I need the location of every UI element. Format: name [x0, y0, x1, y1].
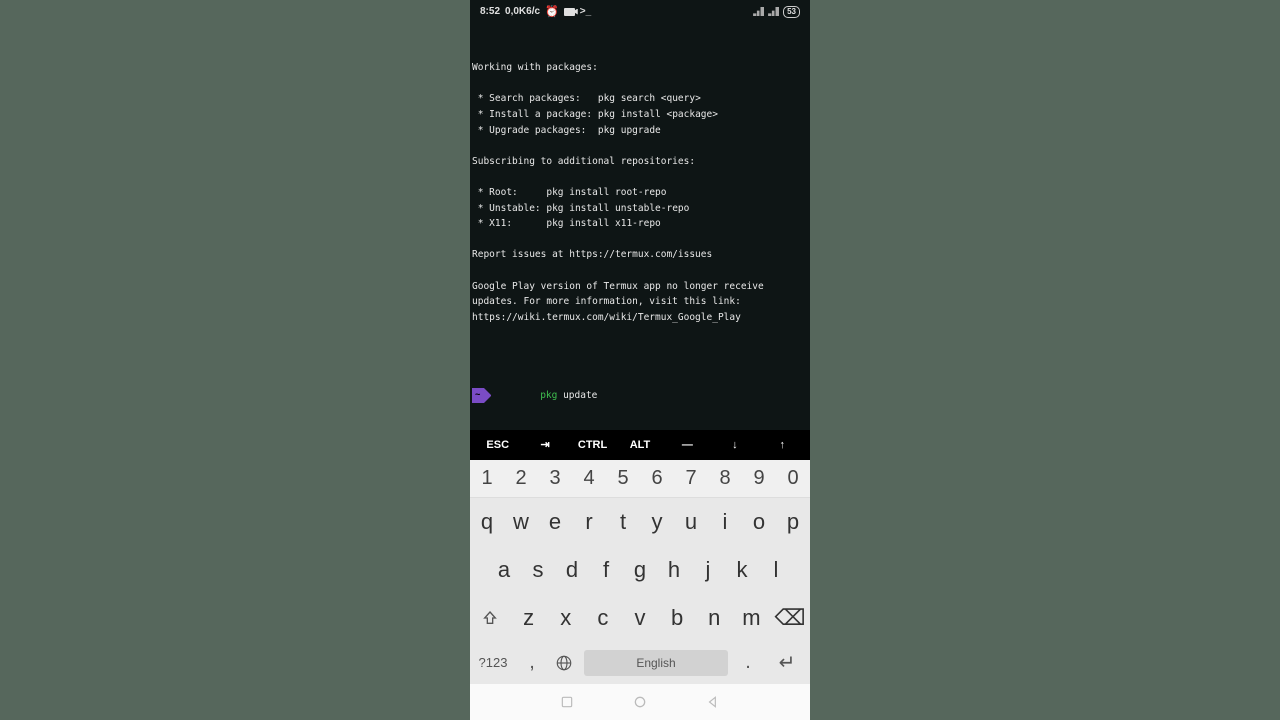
key-z[interactable]: z: [510, 594, 547, 642]
key-q[interactable]: q: [470, 498, 504, 546]
terminal-line: [472, 138, 808, 154]
key-n[interactable]: n: [696, 594, 733, 642]
key-9[interactable]: 9: [742, 460, 776, 497]
key-d[interactable]: d: [555, 546, 589, 594]
key-8[interactable]: 8: [708, 460, 742, 497]
terminal-line: updates. For more information, visit thi…: [472, 294, 808, 310]
key-b[interactable]: b: [659, 594, 696, 642]
terminal-line: * Install a package: pkg install <packag…: [472, 107, 808, 123]
terminal-icon: >_: [580, 6, 591, 17]
key-3[interactable]: 3: [538, 460, 572, 497]
key-f[interactable]: f: [589, 546, 623, 594]
key-space[interactable]: English: [584, 650, 728, 676]
terminal-line: Google Play version of Termux app no lon…: [472, 279, 808, 295]
terminal-line: [472, 325, 808, 341]
key-i[interactable]: i: [708, 498, 742, 546]
prompt-command-args: update: [557, 390, 597, 401]
key-alt[interactable]: ALT: [616, 439, 663, 451]
key-6[interactable]: 6: [640, 460, 674, 497]
key-4[interactable]: 4: [572, 460, 606, 497]
key-k[interactable]: k: [725, 546, 759, 594]
status-time: 8:52: [480, 6, 500, 17]
android-nav-bar: [470, 684, 810, 720]
terminal-line: Working with packages:: [472, 60, 808, 76]
key-ctrl[interactable]: CTRL: [569, 439, 616, 451]
key-5[interactable]: 5: [606, 460, 640, 497]
nav-back[interactable]: [704, 693, 722, 711]
key-comma[interactable]: ,: [516, 651, 548, 674]
soft-keyboard: 1234567890 qwertyuiop asdfghjkl zxcvbnm …: [470, 460, 810, 684]
battery-indicator: 53: [783, 6, 800, 18]
key-o[interactable]: o: [742, 498, 776, 546]
phone-frame: 8:52 0,0K6/c ⏰ >_ 53 Working with packag…: [470, 0, 810, 720]
terminal-line: Subscribing to additional repositories:: [472, 154, 808, 170]
key-esc[interactable]: ESC: [474, 439, 521, 451]
key-x[interactable]: x: [547, 594, 584, 642]
nav-recent[interactable]: [558, 693, 576, 711]
terminal-line: * Upgrade packages: pkg upgrade: [472, 123, 808, 139]
terminal-line: [472, 76, 808, 92]
key-u[interactable]: u: [674, 498, 708, 546]
key-g[interactable]: g: [623, 546, 657, 594]
key-period[interactable]: .: [732, 651, 764, 674]
prompt-command-pkg: pkg: [540, 390, 557, 401]
terminal-line: [472, 263, 808, 279]
key-p[interactable]: p: [776, 498, 810, 546]
key-down[interactable]: ↓: [711, 439, 758, 451]
key-r[interactable]: r: [572, 498, 606, 546]
signal-icon-2: [768, 7, 779, 16]
key-c[interactable]: c: [584, 594, 621, 642]
key-enter[interactable]: ↵: [764, 650, 810, 675]
video-icon: [564, 8, 575, 16]
key-shift[interactable]: [470, 594, 510, 642]
prompt-badge: ~: [472, 388, 484, 404]
key-symbols[interactable]: ?123: [470, 655, 516, 670]
terminal-output[interactable]: Working with packages: * Search packages…: [470, 23, 810, 430]
key-a[interactable]: a: [487, 546, 521, 594]
key-0[interactable]: 0: [776, 460, 810, 497]
key-2[interactable]: 2: [504, 460, 538, 497]
nav-home[interactable]: [631, 693, 649, 711]
key-e[interactable]: e: [538, 498, 572, 546]
terminal-line: * Unstable: pkg install unstable-repo: [472, 201, 808, 217]
terminal-line: [472, 232, 808, 248]
status-bar: 8:52 0,0K6/c ⏰ >_ 53: [470, 0, 810, 23]
terminal-line: * Root: pkg install root-repo: [472, 185, 808, 201]
terminal-line: [472, 169, 808, 185]
prompt-line: ~ pkg update: [472, 372, 808, 419]
key-tab[interactable]: ⇥: [521, 438, 568, 451]
key-up[interactable]: ↑: [759, 439, 806, 451]
key-h[interactable]: h: [657, 546, 691, 594]
key-l[interactable]: l: [759, 546, 793, 594]
terminal-line: * Search packages: pkg search <query>: [472, 91, 808, 107]
extra-keys-row: ESC ⇥ CTRL ALT — ↓ ↑: [470, 430, 810, 460]
signal-icon-1: [753, 7, 764, 16]
alarm-icon: ⏰: [545, 5, 559, 18]
key-language[interactable]: [548, 654, 580, 672]
key-w[interactable]: w: [504, 498, 538, 546]
key-dash[interactable]: —: [664, 439, 711, 451]
key-m[interactable]: m: [733, 594, 770, 642]
key-t[interactable]: t: [606, 498, 640, 546]
key-j[interactable]: j: [691, 546, 725, 594]
terminal-line: https://wiki.termux.com/wiki/Termux_Goog…: [472, 310, 808, 326]
key-1[interactable]: 1: [470, 460, 504, 497]
key-v[interactable]: v: [621, 594, 658, 642]
key-backspace[interactable]: ⌫: [770, 594, 810, 642]
key-y[interactable]: y: [640, 498, 674, 546]
key-s[interactable]: s: [521, 546, 555, 594]
terminal-line: * X11: pkg install x11-repo: [472, 216, 808, 232]
key-7[interactable]: 7: [674, 460, 708, 497]
terminal-line: Report issues at https://termux.com/issu…: [472, 247, 808, 263]
status-net: 0,0K6/c: [505, 6, 540, 17]
